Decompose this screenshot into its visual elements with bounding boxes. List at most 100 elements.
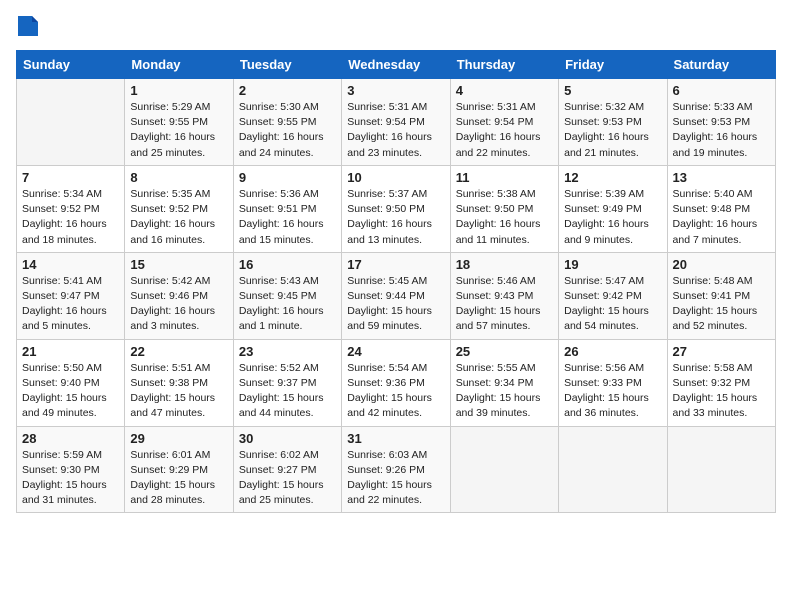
- calendar-cell: 22 Sunrise: 5:51 AM Sunset: 9:38 PM Dayli…: [125, 339, 233, 426]
- week-row-4: 21 Sunrise: 5:50 AM Sunset: 9:40 PM Dayli…: [17, 339, 776, 426]
- day-info: Sunrise: 5:29 AM Sunset: 9:55 PM Dayligh…: [130, 100, 227, 161]
- week-row-3: 14 Sunrise: 5:41 AM Sunset: 9:47 PM Dayli…: [17, 252, 776, 339]
- day-number: 15: [130, 257, 227, 272]
- calendar-cell: 28 Sunrise: 5:59 AM Sunset: 9:30 PM Dayli…: [17, 426, 125, 513]
- day-number: 25: [456, 344, 553, 359]
- day-info: Sunrise: 5:50 AM Sunset: 9:40 PM Dayligh…: [22, 361, 119, 422]
- day-info: Sunrise: 6:01 AM Sunset: 9:29 PM Dayligh…: [130, 448, 227, 509]
- day-info: Sunrise: 6:03 AM Sunset: 9:26 PM Dayligh…: [347, 448, 444, 509]
- day-number: 31: [347, 431, 444, 446]
- day-number: 12: [564, 170, 661, 185]
- day-info: Sunrise: 5:37 AM Sunset: 9:50 PM Dayligh…: [347, 187, 444, 248]
- day-info: Sunrise: 5:36 AM Sunset: 9:51 PM Dayligh…: [239, 187, 336, 248]
- day-number: 16: [239, 257, 336, 272]
- calendar-cell: 4Sunrise: 5:31 AM Sunset: 9:54 PM Daylig…: [450, 79, 558, 166]
- day-number: 27: [673, 344, 770, 359]
- day-info: Sunrise: 5:38 AM Sunset: 9:50 PM Dayligh…: [456, 187, 553, 248]
- calendar-cell: 2Sunrise: 5:30 AM Sunset: 9:55 PM Daylig…: [233, 79, 341, 166]
- week-row-2: 7 Sunrise: 5:34 AM Sunset: 9:52 PM Daylig…: [17, 165, 776, 252]
- calendar-cell: 14 Sunrise: 5:41 AM Sunset: 9:47 PM Dayli…: [17, 252, 125, 339]
- calendar-cell: 11Sunrise: 5:38 AM Sunset: 9:50 PM Dayli…: [450, 165, 558, 252]
- calendar-cell: [559, 426, 667, 513]
- day-info: Sunrise: 5:41 AM Sunset: 9:47 PM Dayligh…: [22, 274, 119, 335]
- day-info: Sunrise: 5:47 AM Sunset: 9:42 PM Dayligh…: [564, 274, 661, 335]
- calendar-cell: 8 Sunrise: 5:35 AM Sunset: 9:52 PM Daylig…: [125, 165, 233, 252]
- day-number: 2: [239, 83, 336, 98]
- week-row-1: 1 Sunrise: 5:29 AM Sunset: 9:55 PM Daylig…: [17, 79, 776, 166]
- day-number: 10: [347, 170, 444, 185]
- day-info: Sunrise: 6:02 AM Sunset: 9:27 PM Dayligh…: [239, 448, 336, 509]
- calendar-cell: 9 Sunrise: 5:36 AM Sunset: 9:51 PM Daylig…: [233, 165, 341, 252]
- col-header-thursday: Thursday: [450, 51, 558, 79]
- day-number: 26: [564, 344, 661, 359]
- day-number: 28: [22, 431, 119, 446]
- day-info: Sunrise: 5:31 AM Sunset: 9:54 PM Dayligh…: [347, 100, 444, 161]
- calendar-cell: 20Sunrise: 5:48 AM Sunset: 9:41 PM Dayli…: [667, 252, 775, 339]
- col-header-tuesday: Tuesday: [233, 51, 341, 79]
- day-info: Sunrise: 5:51 AM Sunset: 9:38 PM Dayligh…: [130, 361, 227, 422]
- calendar-cell: 7 Sunrise: 5:34 AM Sunset: 9:52 PM Daylig…: [17, 165, 125, 252]
- col-header-friday: Friday: [559, 51, 667, 79]
- day-number: 22: [130, 344, 227, 359]
- calendar-table: SundayMondayTuesdayWednesdayThursdayFrid…: [16, 50, 776, 513]
- calendar-cell: 3 Sunrise: 5:31 AM Sunset: 9:54 PM Daylig…: [342, 79, 450, 166]
- day-info: Sunrise: 5:35 AM Sunset: 9:52 PM Dayligh…: [130, 187, 227, 248]
- calendar-cell: 1 Sunrise: 5:29 AM Sunset: 9:55 PM Daylig…: [125, 79, 233, 166]
- calendar-cell: [667, 426, 775, 513]
- calendar-cell: 10 Sunrise: 5:37 AM Sunset: 9:50 PM Dayli…: [342, 165, 450, 252]
- day-info: Sunrise: 5:59 AM Sunset: 9:30 PM Dayligh…: [22, 448, 119, 509]
- day-number: 17: [347, 257, 444, 272]
- day-number: 30: [239, 431, 336, 446]
- col-header-wednesday: Wednesday: [342, 51, 450, 79]
- calendar-cell: [17, 79, 125, 166]
- day-number: 3: [347, 83, 444, 98]
- calendar-cell: 15 Sunrise: 5:42 AM Sunset: 9:46 PM Dayli…: [125, 252, 233, 339]
- day-number: 21: [22, 344, 119, 359]
- calendar-cell: 29 Sunrise: 6:01 AM Sunset: 9:29 PM Dayli…: [125, 426, 233, 513]
- day-info: Sunrise: 5:56 AM Sunset: 9:33 PM Dayligh…: [564, 361, 661, 422]
- calendar-cell: 6 Sunrise: 5:33 AM Sunset: 9:53 PM Daylig…: [667, 79, 775, 166]
- day-info: Sunrise: 5:58 AM Sunset: 9:32 PM Dayligh…: [673, 361, 770, 422]
- day-info: Sunrise: 5:42 AM Sunset: 9:46 PM Dayligh…: [130, 274, 227, 335]
- day-number: 20: [673, 257, 770, 272]
- calendar-cell: [450, 426, 558, 513]
- day-number: 23: [239, 344, 336, 359]
- calendar-cell: 13 Sunrise: 5:40 AM Sunset: 9:48 PM Dayli…: [667, 165, 775, 252]
- col-header-monday: Monday: [125, 51, 233, 79]
- day-info: Sunrise: 5:45 AM Sunset: 9:44 PM Dayligh…: [347, 274, 444, 335]
- calendar-cell: 30 Sunrise: 6:02 AM Sunset: 9:27 PM Dayli…: [233, 426, 341, 513]
- calendar-cell: 24Sunrise: 5:54 AM Sunset: 9:36 PM Dayli…: [342, 339, 450, 426]
- calendar-cell: 27 Sunrise: 5:58 AM Sunset: 9:32 PM Dayli…: [667, 339, 775, 426]
- day-number: 5: [564, 83, 661, 98]
- day-info: Sunrise: 5:43 AM Sunset: 9:45 PM Dayligh…: [239, 274, 336, 335]
- day-info: Sunrise: 5:33 AM Sunset: 9:53 PM Dayligh…: [673, 100, 770, 161]
- calendar-cell: 26 Sunrise: 5:56 AM Sunset: 9:33 PM Dayli…: [559, 339, 667, 426]
- day-number: 7: [22, 170, 119, 185]
- day-number: 13: [673, 170, 770, 185]
- calendar-cell: 12 Sunrise: 5:39 AM Sunset: 9:49 PM Dayli…: [559, 165, 667, 252]
- day-info: Sunrise: 5:32 AM Sunset: 9:53 PM Dayligh…: [564, 100, 661, 161]
- calendar-cell: 21 Sunrise: 5:50 AM Sunset: 9:40 PM Dayli…: [17, 339, 125, 426]
- day-number: 19: [564, 257, 661, 272]
- calendar-cell: 23 Sunrise: 5:52 AM Sunset: 9:37 PM Dayli…: [233, 339, 341, 426]
- calendar-header-row: SundayMondayTuesdayWednesdayThursdayFrid…: [17, 51, 776, 79]
- day-number: 8: [130, 170, 227, 185]
- day-info: Sunrise: 5:34 AM Sunset: 9:52 PM Dayligh…: [22, 187, 119, 248]
- day-info: Sunrise: 5:40 AM Sunset: 9:48 PM Dayligh…: [673, 187, 770, 248]
- day-number: 24: [347, 344, 444, 359]
- day-info: Sunrise: 5:31 AM Sunset: 9:54 PM Dayligh…: [456, 100, 553, 161]
- calendar-cell: 17 Sunrise: 5:45 AM Sunset: 9:44 PM Dayli…: [342, 252, 450, 339]
- logo-icon: [18, 16, 38, 36]
- day-number: 9: [239, 170, 336, 185]
- day-number: 29: [130, 431, 227, 446]
- week-row-5: 28 Sunrise: 5:59 AM Sunset: 9:30 PM Dayli…: [17, 426, 776, 513]
- calendar-cell: 5 Sunrise: 5:32 AM Sunset: 9:53 PM Daylig…: [559, 79, 667, 166]
- day-number: 1: [130, 83, 227, 98]
- calendar-cell: 18Sunrise: 5:46 AM Sunset: 9:43 PM Dayli…: [450, 252, 558, 339]
- day-info: Sunrise: 5:52 AM Sunset: 9:37 PM Dayligh…: [239, 361, 336, 422]
- day-number: 14: [22, 257, 119, 272]
- day-info: Sunrise: 5:39 AM Sunset: 9:49 PM Dayligh…: [564, 187, 661, 248]
- day-number: 6: [673, 83, 770, 98]
- day-info: Sunrise: 5:46 AM Sunset: 9:43 PM Dayligh…: [456, 274, 553, 335]
- page-header: [16, 16, 776, 38]
